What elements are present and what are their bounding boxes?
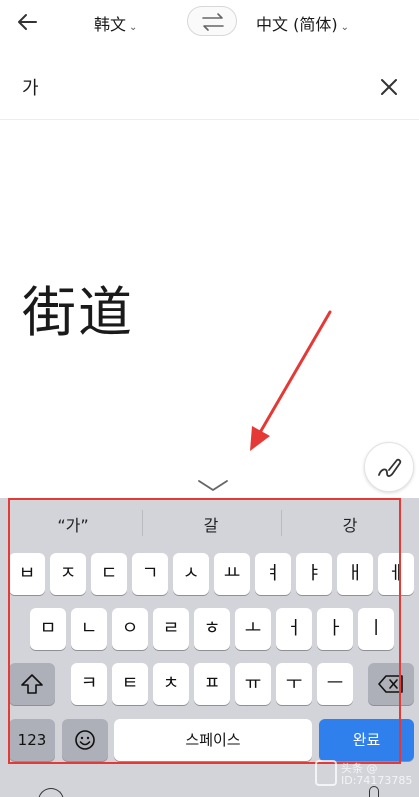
suggestion-item[interactable]: “가” [8, 512, 138, 536]
key[interactable]: ㅠ [235, 663, 271, 705]
key[interactable]: ㅣ [358, 608, 394, 650]
collapse-keyboard-icon[interactable] [196, 478, 230, 494]
target-language-label: 中文 (简体) [256, 15, 338, 34]
emoji-icon [75, 730, 95, 750]
chevron-down-icon: ⌄ [129, 22, 138, 33]
numbers-key[interactable]: 123 [9, 719, 55, 761]
backspace-key[interactable] [368, 663, 414, 705]
back-arrow-icon[interactable] [14, 8, 42, 36]
key[interactable]: ㅋ [71, 663, 107, 705]
chevron-down-icon: ⌄ [340, 22, 349, 33]
swap-languages-button[interactable] [187, 6, 237, 36]
watermark: 头条 @ ID:74173785 [315, 760, 415, 790]
divider [142, 510, 143, 536]
korean-keyboard: “가” 갈 강 ㅂ ㅈ ㄷ ㄱ ㅅ ㅛ ㅕ ㅑ ㅐ ㅔ ㅁ ㄴ ㅇ ㄹ ㅎ ㅗ … [0, 498, 419, 797]
watermark-logo [315, 760, 337, 786]
key[interactable]: ㅈ [50, 553, 86, 595]
key[interactable]: ㅁ [30, 608, 66, 650]
suggestion-bar: “가” 갈 강 [0, 498, 419, 546]
shift-key[interactable] [9, 663, 55, 705]
key[interactable]: ㅌ [112, 663, 148, 705]
key[interactable]: ㅜ [276, 663, 312, 705]
pen-icon [378, 458, 402, 477]
key[interactable]: ㅇ [112, 608, 148, 650]
space-key[interactable]: 스페이스 [114, 719, 312, 761]
emoji-key[interactable] [62, 719, 108, 761]
key[interactable]: ㄱ [132, 553, 168, 595]
translation-result: 街道 [22, 281, 134, 344]
key[interactable]: ㅍ [194, 663, 230, 705]
swap-icon [202, 13, 224, 31]
suggestion-item[interactable]: 갈 [146, 512, 276, 536]
key[interactable]: ㅏ [317, 608, 353, 650]
suggestion-item[interactable]: 강 [285, 512, 415, 536]
shift-icon [21, 674, 43, 694]
key[interactable]: ㅡ [317, 663, 353, 705]
key[interactable]: ㅑ [296, 553, 332, 595]
divider [281, 510, 282, 536]
key[interactable]: ㅗ [235, 608, 271, 650]
source-text[interactable]: 가 [22, 74, 39, 100]
key[interactable]: ㅎ [194, 608, 230, 650]
key[interactable]: ㅅ [173, 553, 209, 595]
key[interactable]: ㅕ [255, 553, 291, 595]
key[interactable]: ㅊ [153, 663, 189, 705]
key[interactable]: ㄴ [71, 608, 107, 650]
key[interactable]: ㅛ [214, 553, 250, 595]
source-language-label: 韩文 [94, 15, 127, 34]
backspace-icon [378, 675, 403, 693]
key[interactable]: ㅂ [9, 553, 45, 595]
key[interactable]: ㄹ [153, 608, 189, 650]
key[interactable]: ㅓ [276, 608, 312, 650]
top-bar: 韩文 ⌄ 中文 (简体) ⌄ [0, 0, 419, 44]
source-text-area[interactable]: 가 [0, 60, 419, 120]
watermark-line2: ID:74173785 [341, 774, 413, 787]
source-language-selector[interactable]: 韩文 ⌄ [94, 11, 137, 35]
target-language-selector[interactable]: 中文 (简体) ⌄ [256, 11, 349, 35]
key[interactable]: ㄷ [91, 553, 127, 595]
handwriting-button[interactable] [364, 442, 414, 492]
key[interactable]: ㅔ [378, 553, 414, 595]
clear-icon[interactable] [376, 74, 402, 100]
key[interactable]: ㅐ [337, 553, 373, 595]
done-key[interactable]: 완료 [319, 719, 414, 761]
